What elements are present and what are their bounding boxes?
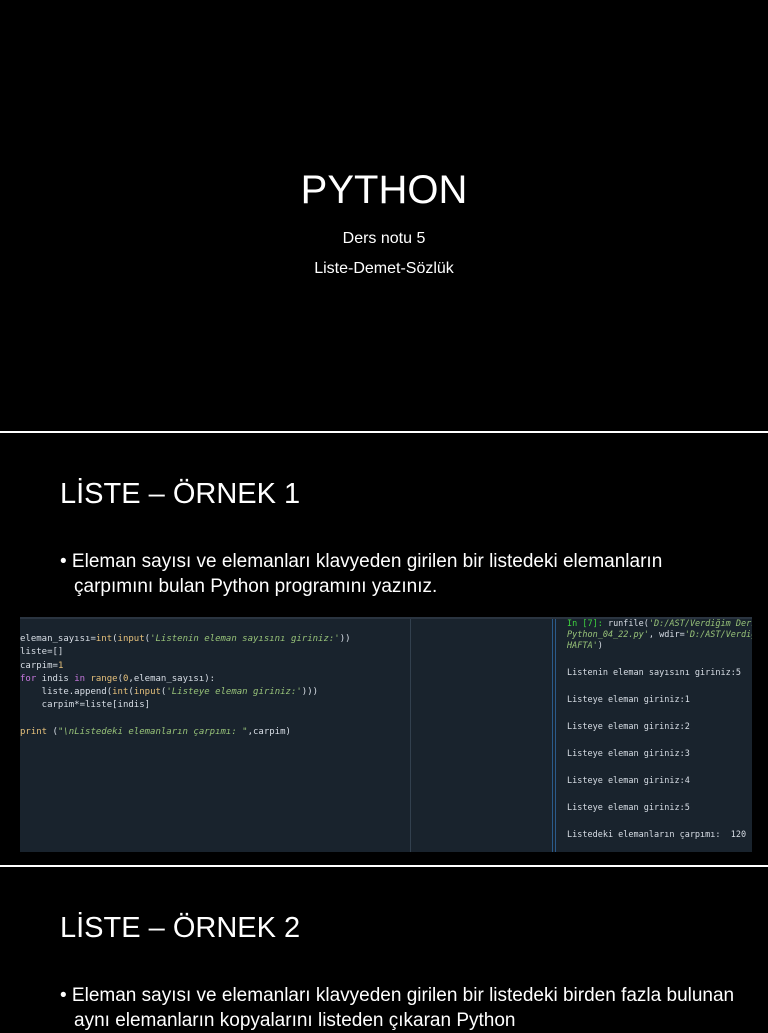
- console-line: Listeye eleman giriniz:4: [567, 776, 690, 786]
- slide-divider: [0, 431, 768, 433]
- example-2-slide: LİSTE – ÖRNEK 2 • Eleman sayısı ve elema…: [0, 867, 768, 1031]
- ipython-console: In [7]: runfile('D:/AST/Verdiğim Ders Py…: [567, 619, 752, 852]
- console-line: Listeye eleman giriniz:1: [567, 695, 690, 705]
- console-line: Listeye eleman giriniz:2: [567, 722, 690, 732]
- example-1-slide: LİSTE – ÖRNEK 1 • Eleman sayısı ve elema…: [0, 434, 768, 865]
- slide-heading: LİSTE – ÖRNEK 2: [60, 912, 301, 944]
- pane-splitter[interactable]: [552, 619, 556, 852]
- code-editor: eleman_sayısı=int(input('Listenin eleman…: [20, 634, 351, 738]
- console-line: Listeye eleman giriniz:5: [567, 803, 690, 813]
- ide-screenshot: eleman_sayısı=int(input('Listenin eleman…: [20, 617, 752, 852]
- subtitle-topic: Liste-Demet-Sözlük: [314, 260, 454, 277]
- console-line: Listenin eleman sayısını giriniz:5: [567, 668, 741, 678]
- bullet-text: • Eleman sayısı ve elemanları klavyeden …: [60, 551, 663, 597]
- presentation-title: PYTHON: [300, 168, 468, 212]
- slide-heading: LİSTE – ÖRNEK 1: [60, 478, 301, 510]
- console-line: Listeye eleman giriniz:3: [567, 749, 690, 759]
- title-slide: PYTHON Ders notu 5 Liste-Demet-Sözlük: [0, 0, 768, 432]
- console-line: Listedeki elemanların çarpımı: 120: [567, 830, 747, 840]
- bullet-text: • Eleman sayısı ve elemanları klavyeden …: [60, 985, 735, 1031]
- editor-margin-line: [410, 619, 411, 852]
- subtitle-lesson: Ders notu 5: [342, 230, 426, 247]
